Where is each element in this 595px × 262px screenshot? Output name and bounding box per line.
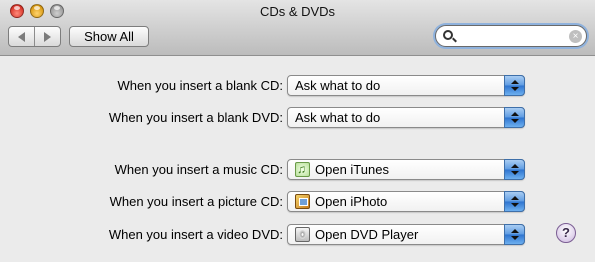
- popup-arrows-icon: [504, 224, 525, 245]
- clear-search-icon[interactable]: ×: [569, 30, 582, 43]
- search-icon: [443, 30, 453, 40]
- help-button[interactable]: ?: [556, 223, 576, 243]
- right-arrow-icon: [44, 31, 51, 42]
- forward-button[interactable]: [34, 27, 60, 46]
- row-music-cd: When you insert a music CD: Open iTunes: [0, 159, 595, 181]
- window-title: CDs & DVDs: [259, 4, 336, 19]
- blank-dvd-value: Ask what to do: [295, 110, 381, 125]
- music-cd-label: When you insert a music CD:: [114, 162, 283, 177]
- row-video-dvd: When you insert a video DVD: Open DVD Pl…: [0, 224, 595, 246]
- search-field[interactable]: ×: [435, 25, 587, 47]
- search-input[interactable]: [458, 28, 568, 44]
- picture-cd-label: When you insert a picture CD:: [109, 194, 283, 209]
- blank-cd-label: When you insert a blank CD:: [117, 78, 283, 93]
- music-cd-value: Open iTunes: [315, 162, 389, 177]
- row-blank-dvd: When you insert a blank DVD: Ask what to…: [0, 107, 595, 129]
- row-blank-cd: When you insert a blank CD: Ask what to …: [0, 75, 595, 97]
- blank-dvd-label: When you insert a blank DVD:: [108, 110, 283, 125]
- show-all-button[interactable]: Show All: [69, 26, 149, 47]
- preferences-window: CDs & DVDs Show All × When you insert a …: [0, 0, 595, 262]
- blank-cd-popup[interactable]: Ask what to do: [287, 75, 525, 96]
- popup-arrows-icon: [504, 159, 525, 180]
- video-dvd-popup[interactable]: Open DVD Player: [287, 224, 525, 245]
- dvd-player-icon: [295, 227, 310, 242]
- video-dvd-value: Open DVD Player: [315, 227, 419, 242]
- video-dvd-label: When you insert a video DVD:: [108, 227, 283, 242]
- itunes-icon: [295, 160, 310, 179]
- row-picture-cd: When you insert a picture CD: Open iPhot…: [0, 191, 595, 213]
- popup-arrows-icon: [504, 191, 525, 212]
- picture-cd-popup[interactable]: Open iPhoto: [287, 191, 525, 212]
- blank-dvd-popup[interactable]: Ask what to do: [287, 107, 525, 128]
- blank-cd-value: Ask what to do: [295, 78, 381, 93]
- popup-arrows-icon: [504, 107, 525, 128]
- picture-cd-value: Open iPhoto: [315, 194, 388, 209]
- left-arrow-icon: [18, 31, 25, 42]
- music-cd-popup[interactable]: Open iTunes: [287, 159, 525, 180]
- back-forward-control: [8, 26, 61, 47]
- back-button[interactable]: [9, 27, 34, 46]
- title-bar: CDs & DVDs Show All ×: [0, 0, 595, 56]
- iphoto-icon: [295, 194, 310, 209]
- popup-arrows-icon: [504, 75, 525, 96]
